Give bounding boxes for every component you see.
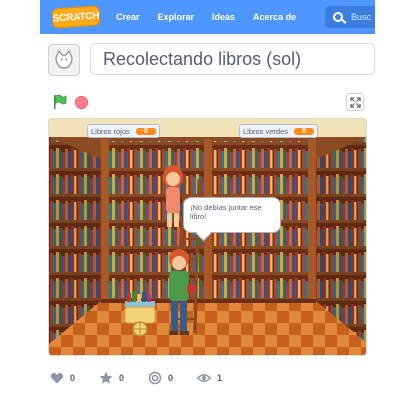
nav-about[interactable]: Acerca de (253, 12, 296, 22)
author-avatar[interactable] (48, 44, 80, 76)
monitor-green-label: Libros verdes (243, 126, 289, 136)
monitor-red-label: Libros rojos (91, 126, 130, 136)
views-count: 1 (217, 373, 223, 383)
speech-bubble: ¡No debías juntar ese libro! (183, 197, 281, 233)
stop-icon[interactable] (75, 96, 88, 109)
project-page: SCRATCH Crear Explorar Ideas Acerca de R… (40, 0, 375, 400)
remixes-count: 0 (168, 373, 174, 383)
scratch-logo[interactable]: SCRATCH (51, 5, 101, 29)
nav-create[interactable]: Crear (116, 12, 140, 22)
eye-icon (197, 374, 212, 382)
favorites-count: 0 (119, 373, 125, 383)
fullscreen-button[interactable] (346, 93, 364, 111)
project-stage[interactable]: Libros rojos 0 Libros verdes 0 ¡No debía… (48, 118, 367, 356)
search-icon (333, 12, 343, 22)
nav-ideas[interactable]: Ideas (212, 12, 235, 22)
library-backdrop (49, 119, 366, 355)
heart-icon (50, 372, 64, 384)
monitor-green-books: Libros verdes 0 (239, 124, 319, 138)
remixes-stat[interactable]: 0 (148, 371, 173, 385)
green-flag-icon[interactable] (52, 94, 68, 110)
star-icon (99, 371, 113, 384)
monitor-green-value: 0 (294, 127, 315, 135)
cat-avatar-icon (55, 49, 73, 69)
remix-icon (148, 371, 162, 385)
favorites-stat[interactable]: 0 (99, 371, 124, 385)
loves-count: 0 (70, 373, 76, 383)
project-title[interactable]: Recolectando libros (sol) (90, 43, 375, 75)
project-stats: 0 0 0 1 (50, 370, 350, 386)
monitor-red-value: 0 (135, 127, 156, 135)
monitor-red-books: Libros rojos 0 (87, 124, 160, 138)
search-box[interactable] (325, 6, 375, 28)
search-input[interactable] (351, 12, 375, 22)
views-stat: 1 (197, 371, 222, 385)
top-nav-bar: SCRATCH Crear Explorar Ideas Acerca de (40, 0, 375, 34)
fullscreen-icon (349, 96, 361, 108)
loves-stat[interactable]: 0 (50, 371, 75, 385)
nav-explore[interactable]: Explorar (158, 12, 195, 22)
